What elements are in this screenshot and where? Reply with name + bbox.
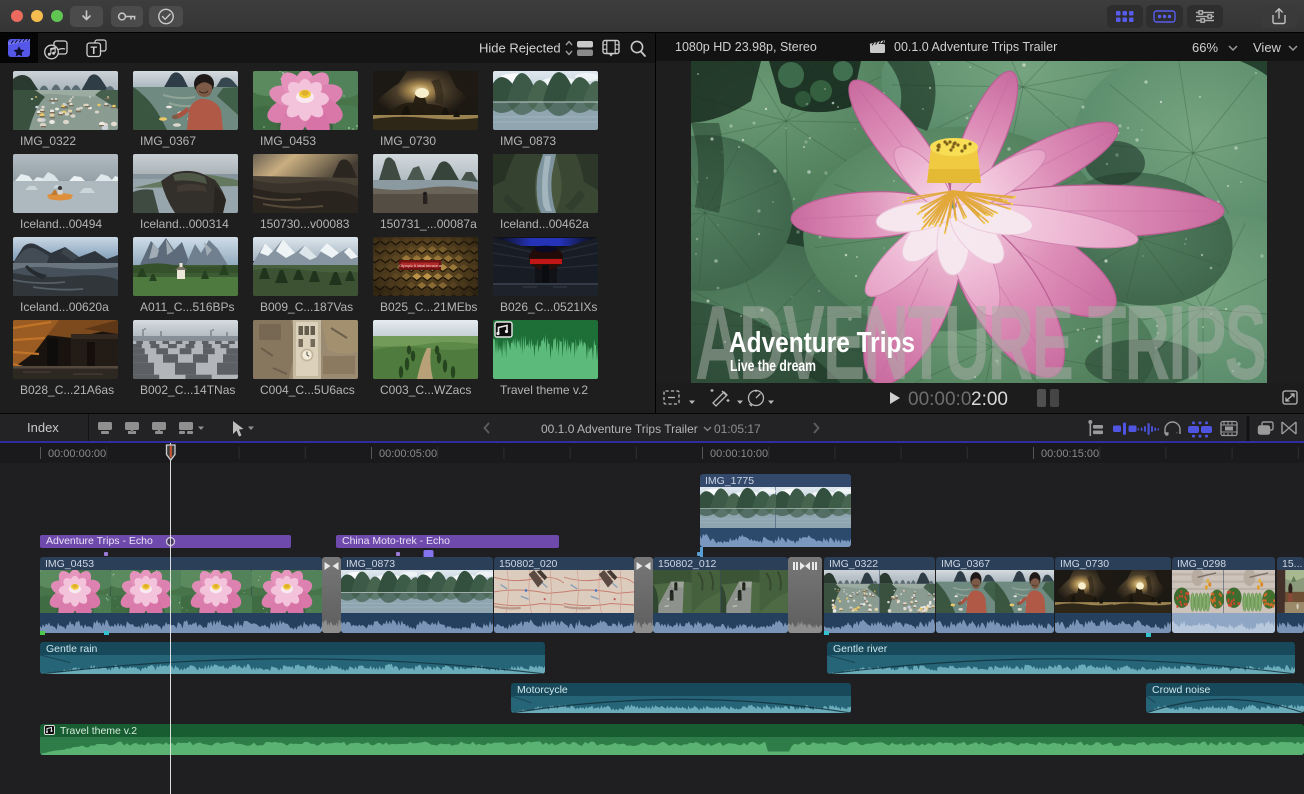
svg-text:Live the dream: Live the dream xyxy=(730,358,816,375)
svg-text:2:00: 2:00 xyxy=(971,389,1008,410)
svg-text:00:00:15:00: 00:00:15:00 xyxy=(1041,448,1099,460)
svg-text:Hide Rejected: Hide Rejected xyxy=(479,41,561,56)
svg-text:00:00:05:00: 00:00:05:00 xyxy=(379,448,437,460)
svg-text:T: T xyxy=(90,45,97,57)
svg-text:Adventure Trips: Adventure Trips xyxy=(729,327,915,359)
svg-text:Olympic 8 ideal terrace a: Olympic 8 ideal terrace a xyxy=(399,264,442,268)
svg-text:00:00:10:00: 00:00:10:00 xyxy=(710,448,768,460)
svg-text:00:00:00:00: 00:00:00:00 xyxy=(48,448,106,460)
svg-text:00:00:0: 00:00:0 xyxy=(908,389,971,410)
